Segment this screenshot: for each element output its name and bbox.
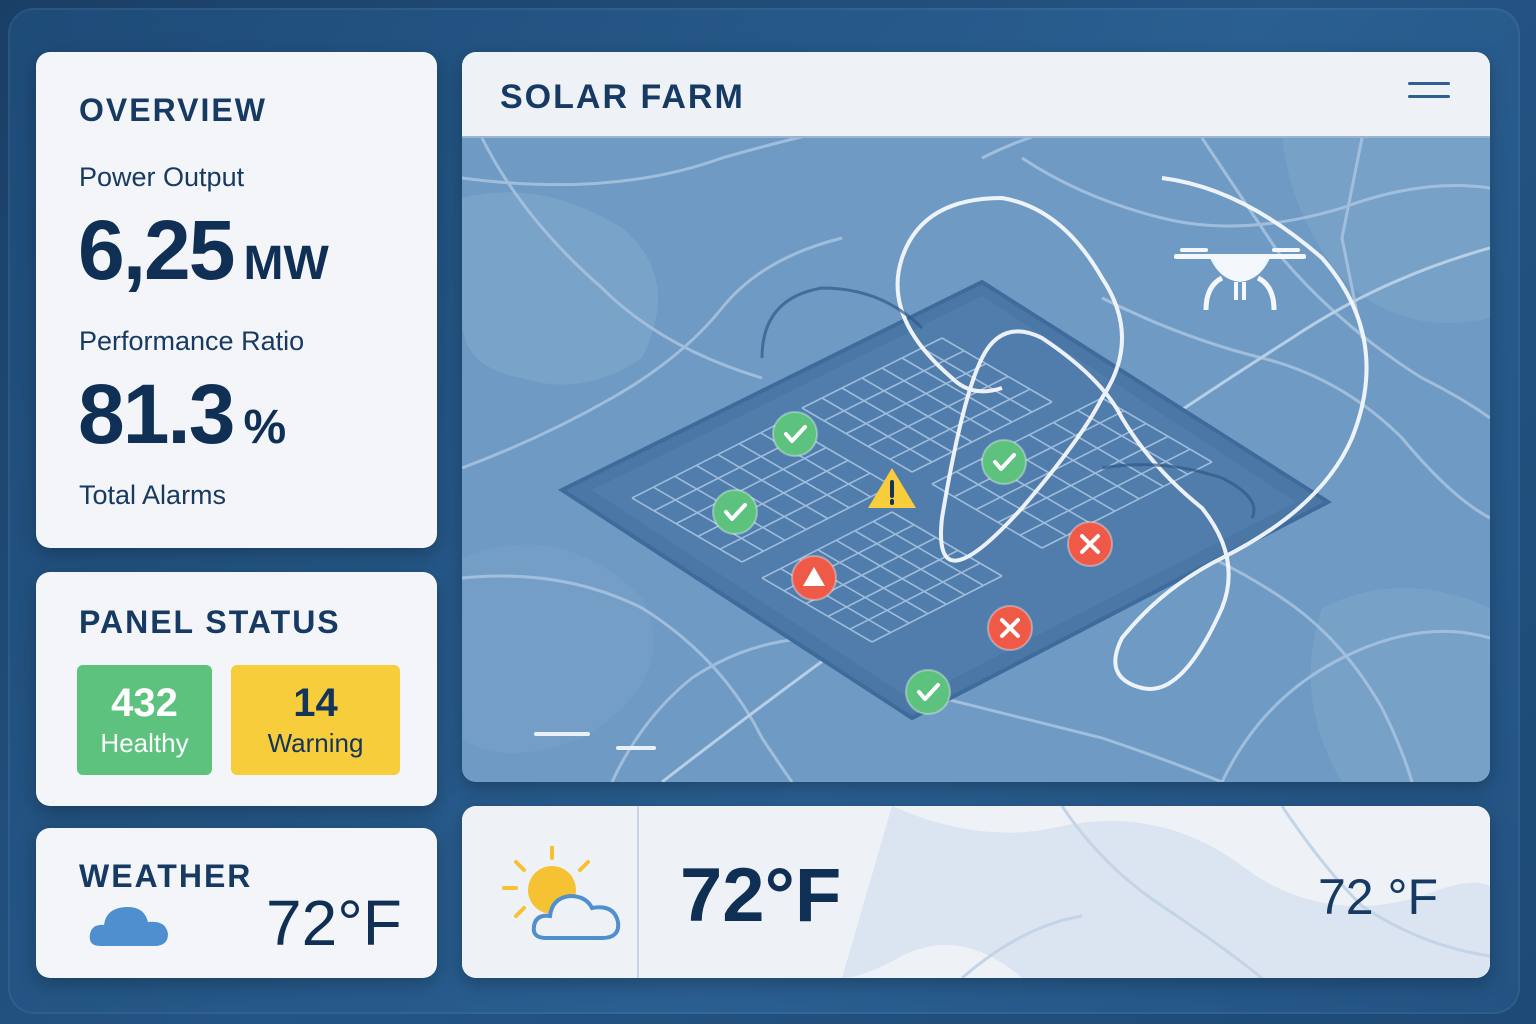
weather-temperature-small: 72 °F [1318, 869, 1439, 925]
x-marker[interactable] [1067, 521, 1113, 567]
weather-card: WEATHER 72°F [36, 828, 437, 978]
weather-divider [637, 806, 639, 978]
weather-temperature: 72°F [266, 887, 402, 959]
map-header: SOLAR FARM [462, 52, 1490, 138]
healthy-count: 432 [111, 681, 178, 725]
hamburger-menu-icon[interactable] [1408, 82, 1450, 108]
healthy-status-badge[interactable]: 432 Healthy [77, 665, 212, 775]
warning-label: Warning [267, 728, 364, 758]
solar-farm-map[interactable] [462, 138, 1490, 782]
check-marker[interactable] [712, 489, 758, 535]
power-output-number: 6,25 [78, 203, 235, 297]
panel-status-card: PANEL STATUS 432 Healthy 14 Warning [36, 572, 437, 806]
panel-status-title: PANEL STATUS [79, 604, 341, 640]
performance-ratio-number: 81.3 [78, 367, 235, 461]
performance-ratio-value: 81.3% [78, 366, 286, 463]
check-marker[interactable] [981, 439, 1027, 485]
check-marker[interactable] [772, 411, 818, 457]
weather-temperature-large: 72°F [680, 853, 842, 938]
power-output-label: Power Output [79, 162, 245, 192]
partly-sunny-icon [502, 846, 621, 940]
x-marker[interactable] [987, 605, 1033, 651]
solar-farm-map-card: SOLAR FARM [462, 52, 1490, 782]
weather-forecast-card: 72°F 72 °F [462, 806, 1490, 978]
performance-ratio-unit: % [243, 401, 287, 454]
map-title: SOLAR FARM [500, 78, 745, 116]
performance-ratio-label: Performance Ratio [79, 326, 305, 356]
warning-count: 14 [293, 681, 338, 725]
power-output-unit: MW [243, 237, 329, 290]
cloud-icon [89, 906, 168, 946]
overview-title: OVERVIEW [79, 92, 267, 128]
alert-triangle-marker[interactable] [791, 555, 837, 601]
healthy-label: Healthy [100, 728, 189, 758]
overview-card: OVERVIEW Power Output 6,25 MW Performance… [36, 52, 437, 548]
total-alarms-label: Total Alarms [79, 480, 227, 510]
power-output-value: 6,25 MW [78, 202, 329, 299]
scale-bar [534, 732, 590, 736]
warning-status-badge[interactable]: 14 Warning [231, 665, 400, 775]
weather-title: WEATHER [79, 858, 253, 894]
scale-bar-secondary [616, 746, 656, 750]
check-marker[interactable] [905, 669, 951, 715]
